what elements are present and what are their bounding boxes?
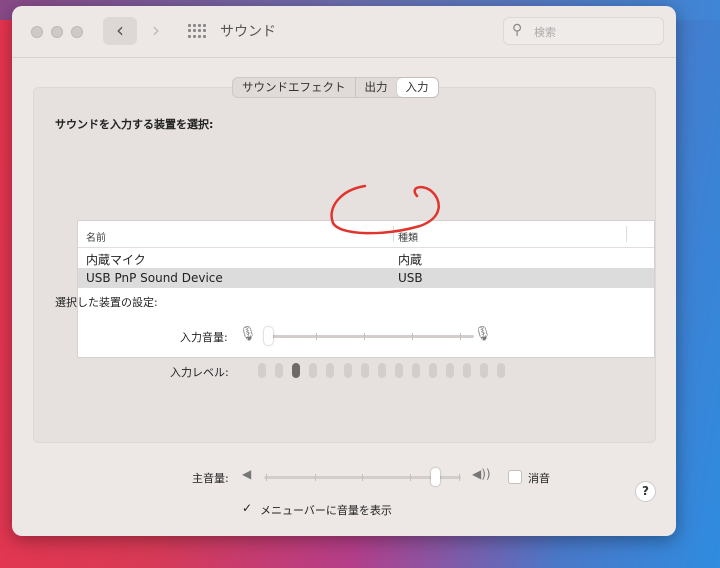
level-segment — [360, 363, 369, 378]
show-all-grid-icon[interactable] — [188, 24, 206, 38]
input-level-label: 入力レベル: — [170, 366, 229, 379]
zoom-button[interactable] — [71, 26, 83, 38]
settings-label: 選択した装置の設定: — [55, 296, 158, 309]
red-circle-annotation — [330, 184, 440, 235]
main-volume-label: 主音量: — [192, 472, 229, 485]
back-button[interactable]: ‹ — [103, 17, 137, 45]
input-volume-knob[interactable] — [264, 327, 273, 345]
mute-checkbox[interactable] — [508, 470, 522, 484]
main-volume-knob[interactable] — [431, 468, 441, 486]
table-row[interactable]: 内蔵マイク 内蔵 — [78, 248, 654, 268]
device-name: 内蔵マイク — [86, 253, 146, 267]
level-segment — [394, 363, 403, 378]
level-segment — [463, 363, 472, 378]
chevron-left-icon: ‹ — [116, 18, 124, 42]
input-settings-group: サウンドを入力する装置を選択: 名前 種類 内蔵マイク 内蔵 USB PnP S… — [33, 87, 656, 502]
level-segment — [275, 363, 284, 378]
chevron-right-icon: › — [152, 18, 160, 42]
device-type: USB — [398, 271, 423, 285]
speaker-high-icon: ◀)) — [472, 467, 491, 481]
level-segment — [497, 363, 506, 378]
select-device-label: サウンドを入力する装置を選択: — [55, 118, 214, 131]
microphone-high-icon: 🎙 — [474, 326, 492, 342]
speaker-low-icon: ◀ — [242, 467, 252, 481]
minimize-button[interactable] — [51, 26, 63, 38]
level-segment — [292, 363, 301, 378]
device-name: USB PnP Sound Device — [86, 271, 223, 285]
device-type: 内蔵 — [398, 253, 423, 267]
help-button[interactable]: ? — [635, 481, 656, 502]
mute-label: 消音 — [528, 472, 550, 485]
sound-preferences-window: ‹ › サウンド ⚲ 検索 サウンドエフェクト 出力 入力 サウンドを入力する装… — [12, 6, 676, 536]
tab-output[interactable]: 出力 — [354, 78, 397, 97]
column-name[interactable]: 名前 — [86, 229, 106, 244]
search-placeholder: 検索 — [534, 26, 556, 39]
forward-button[interactable]: › — [139, 17, 173, 45]
window-title: サウンド — [220, 24, 276, 40]
level-segment — [411, 363, 420, 378]
level-segment — [377, 363, 386, 378]
level-segment — [343, 363, 352, 378]
tab-bar: サウンドエフェクト 出力 入力 — [232, 77, 439, 98]
level-segment — [309, 363, 318, 378]
show-in-menubar-checkbox[interactable]: ✓ — [240, 502, 254, 516]
level-segment — [446, 363, 455, 378]
close-button[interactable] — [31, 26, 43, 38]
search-icon: ⚲ — [512, 22, 523, 38]
checkmark-icon: ✓ — [241, 501, 253, 515]
table-row-selected[interactable]: USB PnP Sound Device USB — [78, 268, 654, 288]
input-volume-label: 入力音量: — [180, 331, 228, 344]
title-bar: ‹ › サウンド ⚲ 検索 — [12, 6, 676, 58]
search-field[interactable]: ⚲ 検索 — [503, 17, 664, 45]
tab-sound-effects[interactable]: サウンドエフェクト — [233, 78, 355, 97]
show-in-menubar-label: メニューバーに音量を表示 — [260, 504, 392, 517]
level-segment — [326, 363, 335, 378]
level-segment — [429, 363, 437, 378]
level-segment — [258, 363, 266, 378]
level-segment — [480, 363, 489, 378]
tab-input[interactable]: 入力 — [396, 78, 438, 97]
microphone-low-icon: 🎙 — [239, 326, 257, 342]
